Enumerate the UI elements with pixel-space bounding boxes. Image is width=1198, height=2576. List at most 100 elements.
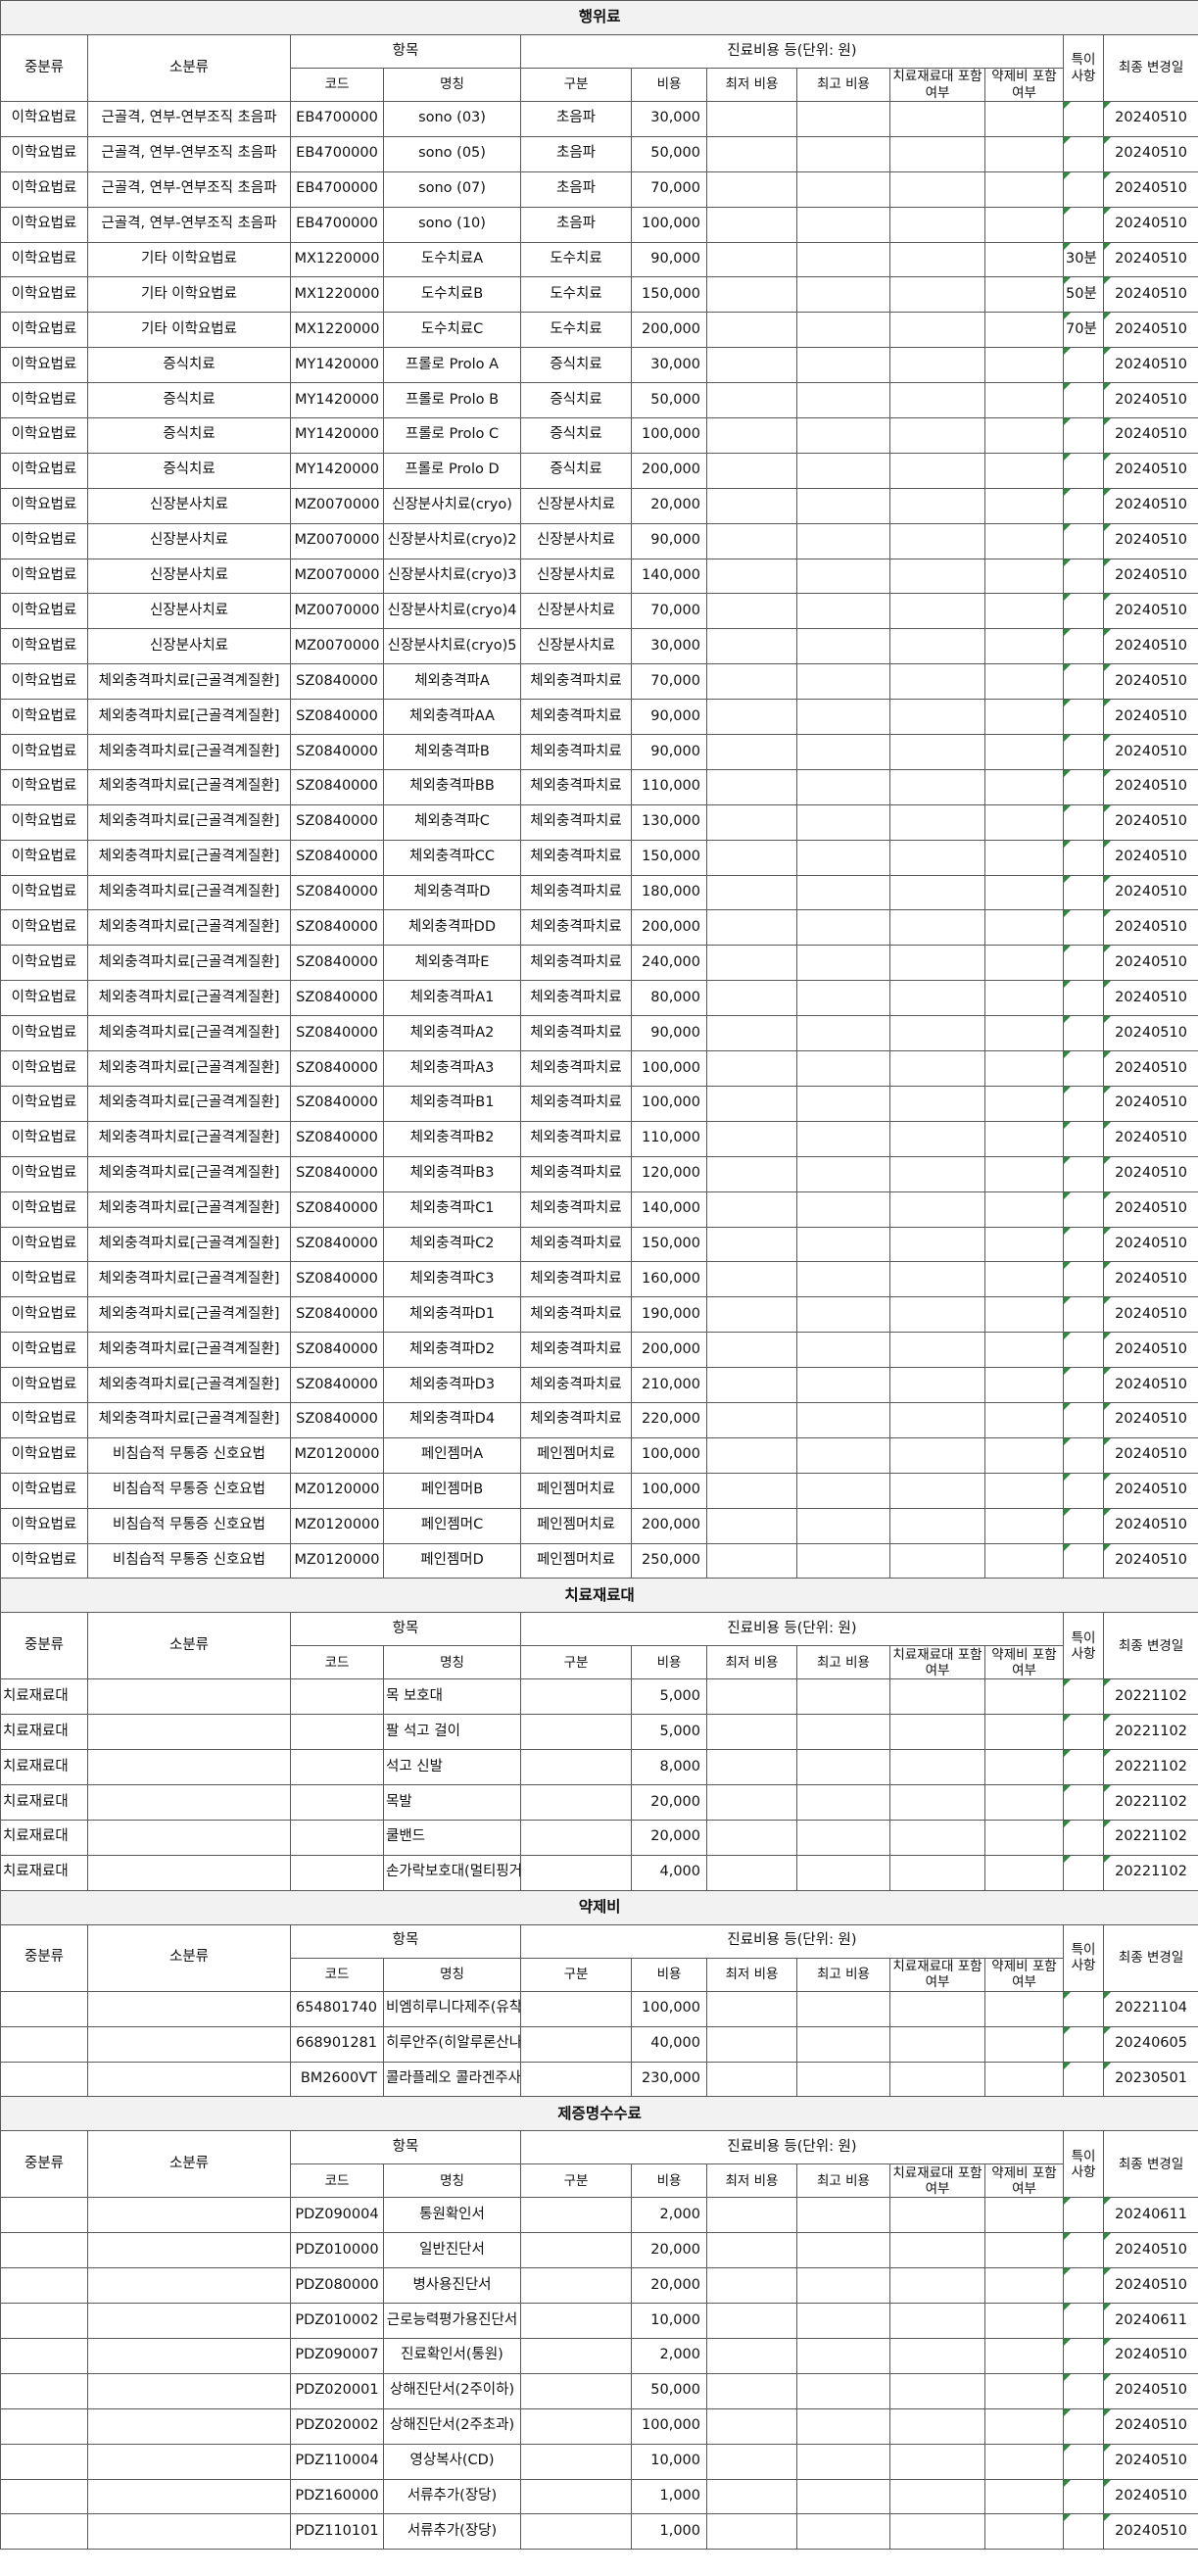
cell-drug-included	[984, 2478, 1064, 2515]
cell-type: 신장분사치료	[520, 487, 632, 524]
cell-drug-included	[984, 1714, 1064, 1751]
cell-min-cost	[706, 2303, 797, 2339]
cell-code: PDZ010002	[290, 2303, 384, 2339]
cell-material-included	[889, 1819, 985, 1856]
cell-min-cost	[706, 839, 797, 876]
cell-material-included	[889, 1436, 985, 1474]
cell-note	[1063, 1784, 1104, 1821]
cell-drug-included	[984, 2513, 1064, 2551]
cell-drug-included	[984, 1990, 1064, 2027]
cell-last-changed: 20240510	[1102, 839, 1198, 876]
header-note: 특이 사항	[1063, 1612, 1104, 1680]
section-title-row: 치료재료대	[0, 1578, 1198, 1614]
cell-type: 체외충격파치료	[520, 1401, 632, 1438]
table-row: PDZ010002 근로능력평가용진단서 10,000 20240611	[0, 2303, 1198, 2339]
cell-code: MZ0120000	[290, 1436, 384, 1474]
cell-type: 체외충격파치료	[520, 1261, 632, 1298]
cell-category: 이학요법료	[0, 980, 88, 1017]
table-row: 이학요법료 체외충격파치료[근골격계질환] SZ0840000 체외충격파AA 체외충격…	[0, 699, 1198, 736]
cell-name: 신장분사치료(cryo)4	[383, 593, 521, 630]
cell-type	[520, 1678, 632, 1716]
header-last-changed: 최종 변경일	[1102, 2130, 1198, 2199]
cell-note	[1063, 628, 1104, 665]
cell-name: 손가락보호대(멀티핑거)	[383, 1854, 521, 1891]
cell-category: 이학요법료	[0, 628, 88, 665]
cell-note	[1063, 487, 1104, 524]
cell-min-cost	[706, 170, 797, 208]
cell-last-changed: 20240510	[1102, 347, 1198, 384]
cell-last-changed: 20240510	[1102, 487, 1198, 524]
cell-min-cost	[706, 2197, 797, 2234]
cell-category	[0, 2478, 88, 2515]
cell-code: MY1420000	[290, 452, 384, 489]
cell-subcategory: 비침습적 무통증 신호요법	[87, 1507, 291, 1544]
cell-subcategory	[87, 1784, 291, 1821]
cell-drug-included	[984, 2443, 1064, 2480]
cell-code: SZ0840000	[290, 909, 384, 947]
cell-subcategory: 체외충격파치료[근골격계질환]	[87, 1120, 291, 1157]
cell-subcategory	[87, 1749, 291, 1786]
cell-min-cost	[706, 135, 797, 172]
cell-subcategory	[87, 2303, 291, 2339]
cell-material-included	[889, 487, 985, 524]
cell-subcategory: 증식치료	[87, 347, 291, 384]
cell-subcategory: 체외충격파치료[근골격계질환]	[87, 945, 291, 982]
cell-note	[1063, 101, 1104, 137]
cell-cost: 30,000	[631, 347, 707, 384]
cell-code: SZ0840000	[290, 945, 384, 982]
cell-cost: 10,000	[631, 2443, 707, 2480]
cell-max-cost	[796, 2337, 890, 2374]
cell-type: 초음파	[520, 101, 632, 137]
cell-category: 이학요법료	[0, 699, 88, 736]
table-row: 이학요법료 신장분사치료 MZ0070000 신장분사치료(cryo)4 신장분사치료 7…	[0, 593, 1198, 630]
header-item: 항목	[290, 2130, 521, 2165]
cell-subcategory	[87, 2232, 291, 2269]
cell-note	[1063, 2337, 1104, 2374]
cell-max-cost	[796, 628, 890, 665]
cell-subcategory: 체외충격파치료[근골격계질환]	[87, 1332, 291, 1369]
cell-code: MZ0120000	[290, 1472, 384, 1509]
cell-category	[0, 2303, 88, 2339]
cell-min-cost	[706, 768, 797, 805]
cell-material-included	[889, 1155, 985, 1192]
cell-last-changed: 20240605	[1102, 2025, 1198, 2063]
cell-note	[1063, 1854, 1104, 1891]
cell-type: 체외충격파치료	[520, 1367, 632, 1403]
cell-note	[1063, 2478, 1104, 2515]
cell-note: 70분	[1063, 312, 1104, 349]
cell-drug-included	[984, 1749, 1064, 1786]
cell-category: 치료재료대	[0, 1749, 88, 1786]
cell-subcategory	[87, 2513, 291, 2551]
cell-name: 도수치료B	[383, 276, 521, 314]
cell-type: 체외충격파치료	[520, 980, 632, 1017]
cell-note	[1063, 699, 1104, 736]
cell-last-changed: 20240510	[1102, 170, 1198, 208]
cell-min-cost	[706, 1472, 797, 1509]
cell-name: sono (05)	[383, 135, 521, 172]
cell-cost: 2,000	[631, 2197, 707, 2234]
cell-category: 치료재료대	[0, 1678, 88, 1716]
cell-drug-included	[984, 452, 1064, 489]
cell-name: sono (07)	[383, 170, 521, 208]
cell-material-included	[889, 2337, 985, 2374]
cell-type: 체외충격파치료	[520, 1155, 632, 1192]
cell-material-included	[889, 2061, 985, 2098]
cell-cost: 120,000	[631, 1155, 707, 1192]
cell-category: 이학요법료	[0, 1191, 88, 1228]
cell-note	[1063, 135, 1104, 172]
cell-cost: 110,000	[631, 1120, 707, 1157]
cell-material-included	[889, 1332, 985, 1369]
cell-type: 체외충격파치료	[520, 1191, 632, 1228]
cell-code: SZ0840000	[290, 1261, 384, 1298]
table-row: 이학요법료 체외충격파치료[근골격계질환] SZ0840000 체외충격파B3 체외충격…	[0, 1155, 1198, 1192]
header-drug-included: 약제비 포함여부	[984, 2163, 1064, 2199]
cell-max-cost	[796, 170, 890, 208]
cell-name: 히루안주(히알루론산나트륨 연골주사	[383, 2025, 521, 2063]
header-drug-included: 약제비 포함여부	[984, 1645, 1064, 1680]
cell-name: 체외충격파AA	[383, 699, 521, 736]
cell-max-cost	[796, 1120, 890, 1157]
header-type: 구분	[520, 1645, 632, 1680]
cell-type	[520, 2513, 632, 2551]
cell-drug-included	[984, 170, 1064, 208]
cell-min-cost	[706, 699, 797, 736]
